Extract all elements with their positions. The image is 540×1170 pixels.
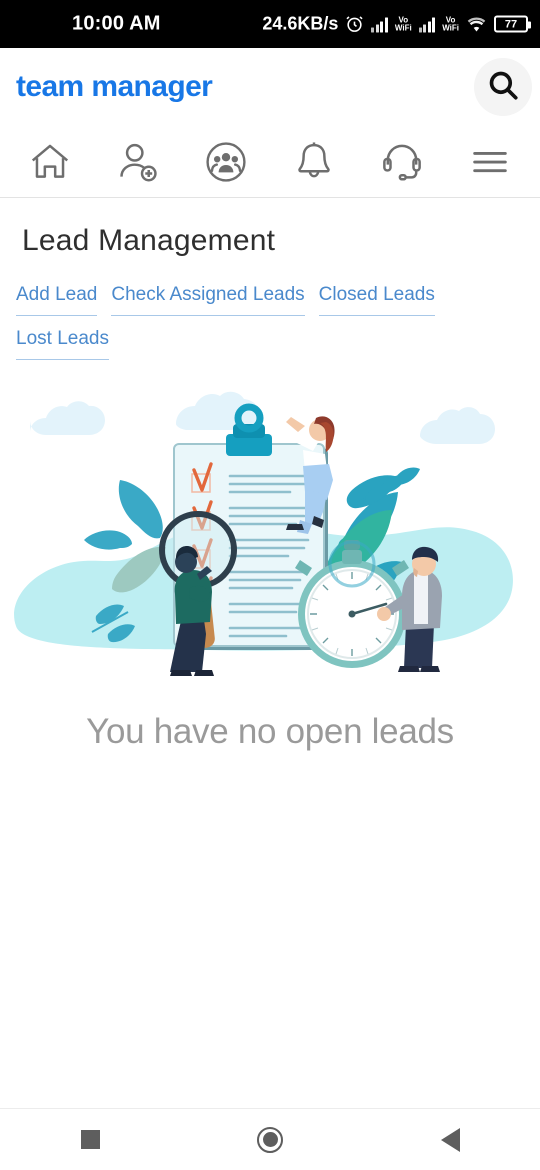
signal-bars-icon-2 [418,16,436,32]
lead-tabs: Add Lead Check Assigned Leads Closed Lea… [16,284,516,360]
empty-state-message: You have no open leads [86,712,454,751]
group-circle-icon [202,138,250,186]
nav-item-home[interactable] [6,126,94,197]
empty-state-illustration [0,378,540,698]
nav-item-notifications[interactable] [270,126,358,197]
home-button[interactable] [180,1126,360,1153]
volte-wifi-icon: Vo WiFi [395,16,412,32]
nav-item-add-user[interactable] [94,126,182,197]
status-bar-indicators: 24.6KB/s Vo WiFi Vo WiFi 77 [262,13,531,35]
home-circle-icon [257,1126,283,1153]
status-bar-time: 10:00 AM [72,12,161,35]
phone-screen: 10:00 AM 24.6KB/s Vo WiFi Vo WiFi 77 tea… [0,0,540,1170]
battery-level-label: 77 [504,18,518,30]
app-logo[interactable]: team manager [16,70,213,104]
home-icon [27,139,73,185]
search-icon [486,68,520,107]
tab-check-assigned-leads[interactable]: Check Assigned Leads [111,284,305,316]
alarm-icon [345,15,364,34]
wifi-icon [466,16,487,32]
icon-nav-bar [0,126,540,198]
volte-sub: WiFi [394,23,412,32]
tab-lost-leads[interactable]: Lost Leads [16,328,109,360]
signal-bars-icon [371,16,388,32]
headset-icon [379,139,425,185]
recents-square-icon [80,1130,100,1149]
bell-icon [291,139,337,185]
nav-item-menu[interactable] [446,126,534,197]
volte-wifi-icon-2: Vo WiFi [442,16,459,32]
hamburger-menu-icon [467,139,513,185]
tab-add-lead[interactable]: Add Lead [16,284,98,316]
android-navigation-bar [0,1108,540,1170]
person-add-icon [115,139,161,185]
back-button[interactable] [360,1127,540,1152]
nav-item-team[interactable] [182,126,270,197]
tab-closed-leads[interactable]: Closed Leads [318,284,435,316]
status-bar: 10:00 AM 24.6KB/s Vo WiFi Vo WiFi 77 [0,0,540,48]
app-bar: team manager [0,48,540,126]
network-speed-label: 24.6KB/s [262,13,339,34]
page-title: Lead Management [22,224,276,257]
search-button[interactable] [474,58,532,116]
nav-item-support[interactable] [358,126,446,197]
battery-icon: 77 [494,15,531,33]
volte-sub-2: WiFi [442,23,459,32]
recents-button[interactable] [0,1130,180,1149]
back-triangle-icon [440,1127,460,1152]
